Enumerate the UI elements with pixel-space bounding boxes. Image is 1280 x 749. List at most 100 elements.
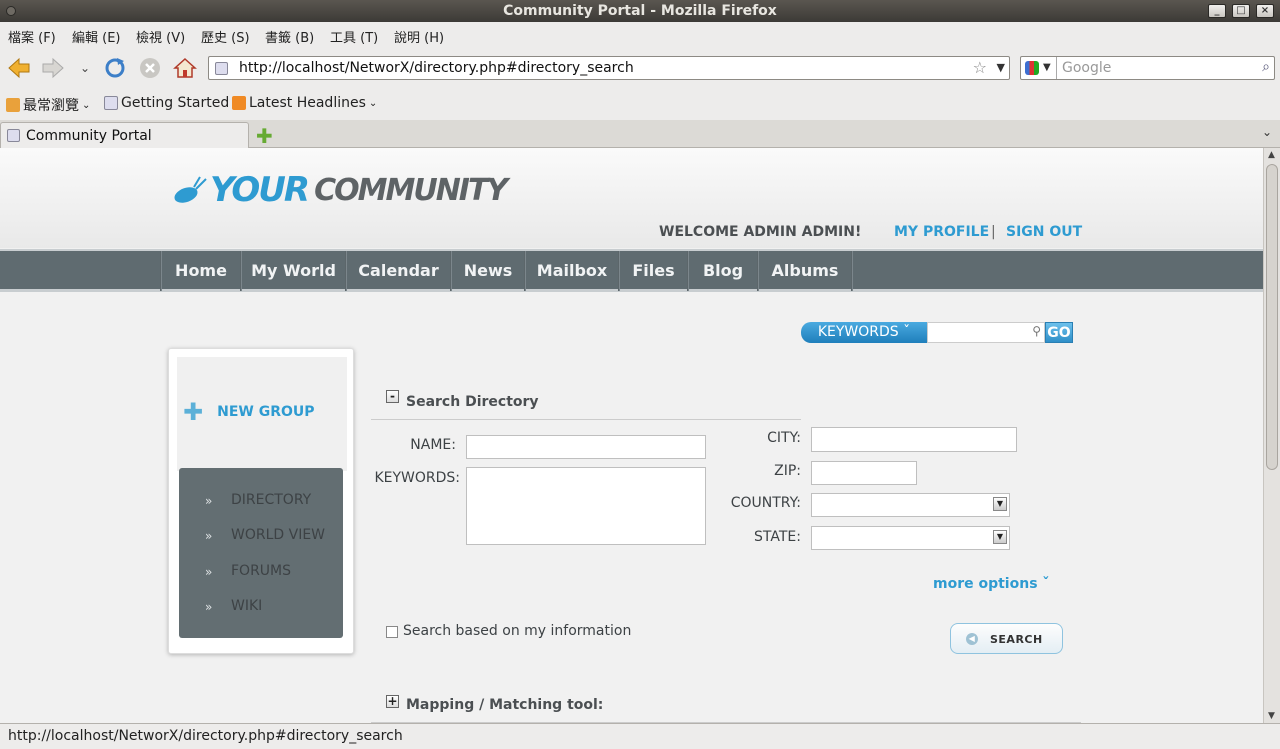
url-text[interactable]: http://localhost/NetworX/directory.php#d… xyxy=(239,60,634,76)
search-arrow-icon: ◀ xyxy=(966,633,978,645)
bookmark-latest-headlines[interactable]: Latest Headlines ⌄ xyxy=(232,95,377,111)
scrollbar-thumb[interactable] xyxy=(1266,164,1278,470)
sidebar-item-wiki[interactable]: » WIKI xyxy=(179,594,343,622)
section-title: Search Directory xyxy=(406,394,539,410)
reload-icon[interactable] xyxy=(102,56,128,80)
country-select[interactable]: ▼ xyxy=(811,493,1010,517)
bullet-icon: » xyxy=(205,565,213,579)
keyword-search-input[interactable]: ⚲ xyxy=(927,322,1045,343)
google-engine-icon[interactable] xyxy=(1025,61,1039,75)
window-menu-icon[interactable] xyxy=(6,6,16,16)
sidebar-item-label: WORLD VIEW xyxy=(231,527,326,543)
nav-my-world[interactable]: My World xyxy=(242,251,345,291)
nav-calendar[interactable]: Calendar xyxy=(347,251,450,291)
new-tab-icon[interactable]: ✚ xyxy=(256,124,273,148)
window-title: Community Portal - Mozilla Firefox xyxy=(503,3,777,19)
menu-history[interactable]: 歷史 (S) xyxy=(201,27,250,46)
header-divider: | xyxy=(991,224,996,240)
minimize-icon[interactable]: _ xyxy=(1208,4,1226,18)
search-icon: ⚲ xyxy=(1032,324,1041,338)
back-icon[interactable] xyxy=(6,56,32,80)
new-group-link[interactable]: ✚ NEW GROUP xyxy=(183,400,315,424)
state-select[interactable]: ▼ xyxy=(811,526,1010,550)
keywords-textarea[interactable] xyxy=(466,467,706,545)
url-bar[interactable]: http://localhost/NetworX/directory.php#d… xyxy=(208,56,1010,80)
sidebar-item-label: WIKI xyxy=(231,598,263,614)
forward-icon[interactable] xyxy=(40,56,66,80)
rss-icon xyxy=(232,96,246,110)
sidebar-item-label: DIRECTORY xyxy=(231,492,312,508)
nav-home[interactable]: Home xyxy=(162,251,240,291)
site-logo[interactable]: YOUR COMMUNITY xyxy=(170,170,508,210)
bullet-icon: » xyxy=(205,529,213,543)
status-text: http://localhost/NetworX/directory.php#d… xyxy=(8,728,403,744)
name-input[interactable] xyxy=(466,435,706,459)
search-directory-header: - Search Directory xyxy=(371,383,801,420)
nav-news[interactable]: News xyxy=(452,251,524,291)
beetle-logo-icon xyxy=(174,176,207,203)
bullet-icon: » xyxy=(205,600,213,614)
dropdown-arrow-icon: ▼ xyxy=(993,530,1007,544)
bookmark-star-icon[interactable]: ☆ xyxy=(973,58,987,77)
menu-file[interactable]: 檔案 (F) xyxy=(8,27,56,46)
site-favicon-icon xyxy=(215,62,228,75)
nav-albums[interactable]: Albums xyxy=(759,251,851,291)
new-group-label: NEW GROUP xyxy=(217,404,315,420)
home-icon[interactable] xyxy=(172,56,198,80)
tab-community-portal[interactable]: Community Portal xyxy=(0,122,249,148)
tab-list-icon[interactable]: ⌄ xyxy=(1262,125,1272,139)
welcome-message: WELCOME ADMIN ADMIN! xyxy=(659,224,862,240)
nav-blog[interactable]: Blog xyxy=(689,251,757,291)
name-label: NAME: xyxy=(410,437,456,453)
bullet-icon: » xyxy=(205,494,213,508)
more-options-link[interactable]: more options ˇ xyxy=(933,576,1049,592)
my-info-checkbox-label[interactable]: Search based on my information xyxy=(403,623,631,639)
bookmark-getting-started[interactable]: Getting Started xyxy=(104,95,229,111)
history-dropdown-icon[interactable]: ⌄ xyxy=(72,56,98,80)
tab-bar: Community Portal ✚ ⌄ xyxy=(0,120,1280,148)
my-info-checkbox[interactable] xyxy=(386,626,398,638)
status-bar: http://localhost/NetworX/directory.php#d… xyxy=(0,723,1280,749)
section-title: Mapping / Matching tool: xyxy=(406,697,604,713)
keywords-dropdown[interactable]: KEYWORDS ˇ xyxy=(801,322,927,343)
tab-label: Community Portal xyxy=(26,128,152,144)
close-icon[interactable]: × xyxy=(1256,4,1274,18)
page-viewport: YOUR COMMUNITY WELCOME ADMIN ADMIN! MY P… xyxy=(0,148,1263,723)
search-button[interactable]: ◀ SEARCH xyxy=(950,623,1063,654)
vertical-scrollbar[interactable]: ▲ ▼ xyxy=(1263,148,1280,723)
menu-bookmarks[interactable]: 書籤 (B) xyxy=(265,27,314,46)
nav-mailbox[interactable]: Mailbox xyxy=(526,251,618,291)
country-label: COUNTRY: xyxy=(730,495,801,511)
menu-tools[interactable]: 工具 (T) xyxy=(330,27,378,46)
zip-input[interactable] xyxy=(811,461,917,485)
menu-help[interactable]: 說明 (H) xyxy=(394,27,444,46)
collapse-icon[interactable]: - xyxy=(386,390,399,403)
scroll-up-icon[interactable]: ▲ xyxy=(1268,150,1275,160)
mapping-tool-header: + Mapping / Matching tool: xyxy=(371,688,1081,723)
sidebar-item-label: FORUMS xyxy=(231,563,292,579)
search-button-label: SEARCH xyxy=(990,633,1043,646)
sidebar-item-world-view[interactable]: » WORLD VIEW xyxy=(179,523,343,551)
my-profile-link[interactable]: MY PROFILE xyxy=(894,224,989,240)
sign-out-link[interactable]: SIGN OUT xyxy=(1006,224,1082,240)
city-input[interactable] xyxy=(811,427,1017,452)
scroll-down-icon[interactable]: ▼ xyxy=(1268,711,1275,721)
engine-dropdown-icon[interactable]: ▼ xyxy=(1043,62,1051,73)
bookmark-most-visited[interactable]: 最常瀏覽 ⌄ xyxy=(6,95,90,115)
nav-files[interactable]: Files xyxy=(620,251,687,291)
stop-icon[interactable] xyxy=(137,56,163,80)
maximize-icon[interactable]: □ xyxy=(1232,4,1250,18)
menu-edit[interactable]: 編輯 (E) xyxy=(72,27,121,46)
sidebar-item-forums[interactable]: » FORUMS xyxy=(179,559,343,587)
site-header: YOUR COMMUNITY WELCOME ADMIN ADMIN! MY P… xyxy=(0,148,1263,248)
sidebar-item-directory[interactable]: » DIRECTORY xyxy=(179,488,343,516)
sidebar-panel: ✚ NEW GROUP » DIRECTORY » WORLD VIEW » F… xyxy=(168,348,354,654)
search-placeholder[interactable]: Google xyxy=(1062,60,1111,76)
go-button[interactable]: GO xyxy=(1045,322,1073,343)
search-icon[interactable]: ⌕ xyxy=(1262,59,1270,75)
search-engine-box[interactable]: ▼ Google ⌕ xyxy=(1020,56,1275,80)
expand-icon[interactable]: + xyxy=(386,695,399,708)
url-dropdown-icon[interactable]: ▼ xyxy=(997,61,1005,74)
menu-view[interactable]: 檢視 (V) xyxy=(136,27,185,46)
main-navigation: Home My World Calendar News Mailbox File… xyxy=(0,249,1263,292)
